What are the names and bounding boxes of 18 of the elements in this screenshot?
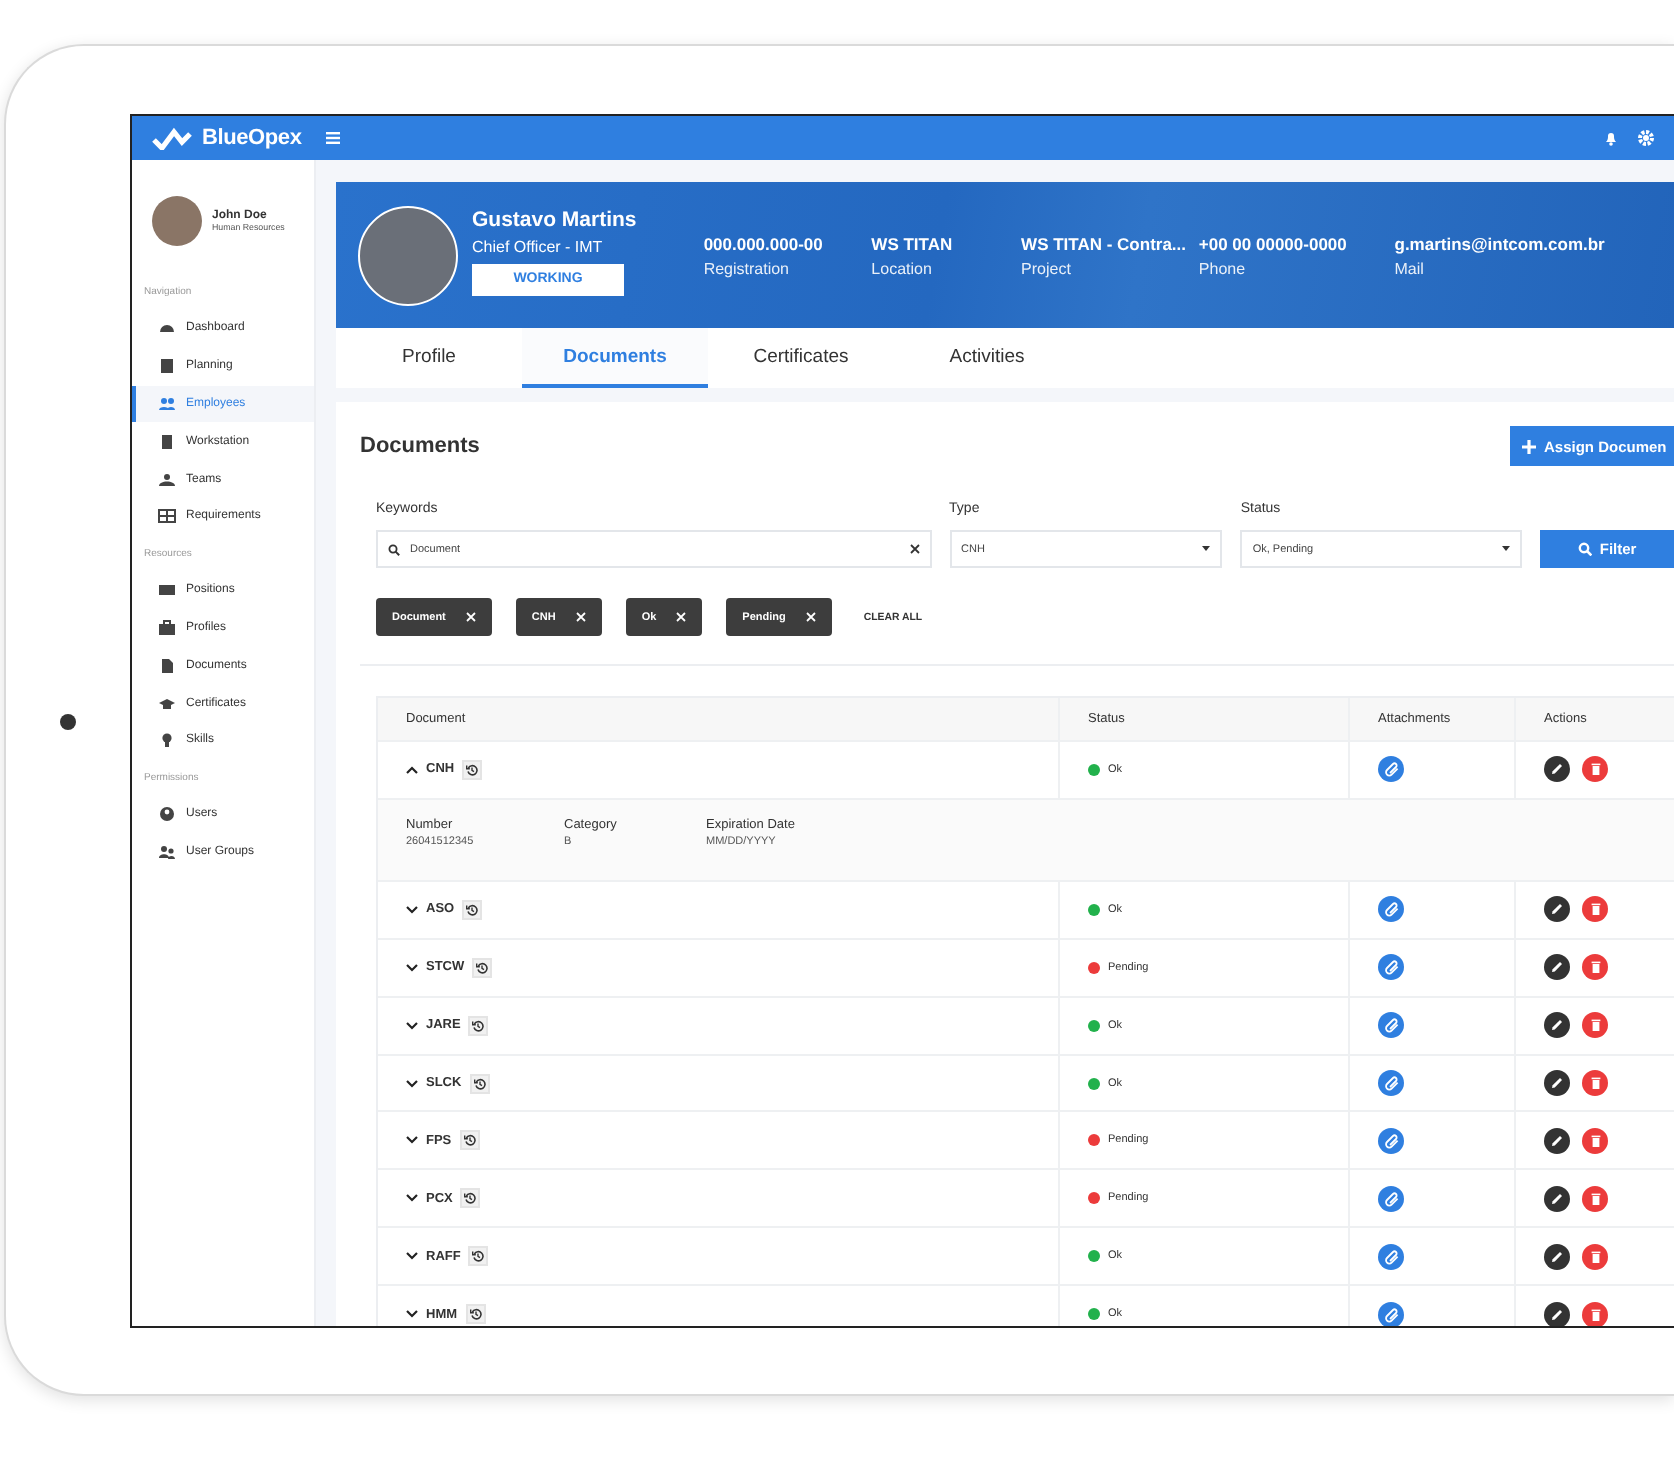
field-label: Location bbox=[871, 259, 934, 277]
tab[interactable]: Documents bbox=[522, 328, 708, 388]
employee-name: Gustavo Martins bbox=[472, 207, 639, 231]
field-label: Registration bbox=[703, 259, 791, 277]
field-value: WS TITAN bbox=[871, 233, 955, 253]
field-label: Phone bbox=[1198, 259, 1248, 277]
section-title: Documents bbox=[360, 434, 480, 458]
app-logo: BlueOpex bbox=[202, 126, 302, 150]
field-label: Project bbox=[1021, 259, 1073, 277]
tab[interactable]: Profile bbox=[336, 328, 522, 388]
field-value: WS TITAN - Contra... bbox=[1021, 233, 1189, 253]
employee-title: Chief Officer - IMT bbox=[472, 237, 605, 255]
field-value: 000.000.000-00 bbox=[703, 233, 825, 253]
tab[interactable]: Activities bbox=[894, 328, 1080, 388]
field-value: +00 00 00000-0000 bbox=[1198, 233, 1349, 253]
tab[interactable]: Certificates bbox=[708, 328, 894, 388]
field-label: Mail bbox=[1394, 259, 1426, 277]
field-value: g.martins@intcom.com.br bbox=[1394, 233, 1607, 253]
